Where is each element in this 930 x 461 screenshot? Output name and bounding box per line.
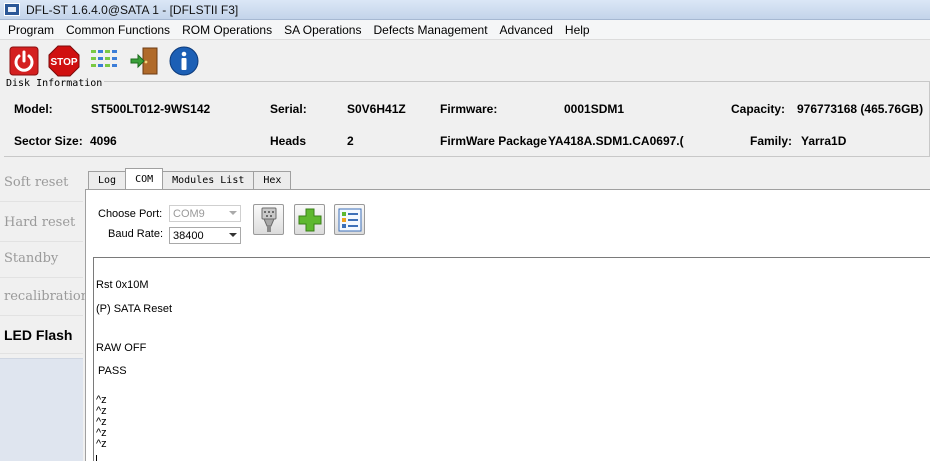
baud-rate-select[interactable]: 38400: [169, 227, 241, 244]
menu-bar: Program Common Functions ROM Operations …: [0, 20, 930, 40]
soft-reset-button[interactable]: Soft reset: [0, 164, 83, 202]
port-select[interactable]: COM9: [169, 205, 241, 222]
tab-hex[interactable]: Hex: [253, 171, 292, 189]
console-line: PASS: [98, 365, 127, 377]
menu-rom-operations[interactable]: ROM Operations: [176, 23, 278, 37]
port-select-value: COM9: [173, 207, 205, 220]
stop-button[interactable]: STOP: [48, 45, 80, 77]
recalibration-button[interactable]: recalibration: [0, 278, 89, 316]
standby-button[interactable]: Standby: [0, 240, 83, 278]
menu-advanced[interactable]: Advanced: [494, 23, 559, 37]
baud-rate-select-value: 38400: [173, 229, 204, 242]
sector-size-label: Sector Size:: [14, 134, 83, 148]
grid-icon: [91, 50, 117, 67]
firmware-package-label: FirmWare Package: [440, 134, 547, 148]
console-line: (P) SATA Reset: [96, 303, 173, 315]
console-line: RAW OFF: [96, 342, 147, 354]
title-bar: DFL-ST 1.6.4.0@SATA 1 - [DFLSTII F3]: [0, 0, 930, 20]
baud-rate-label: Baud Rate:: [108, 228, 164, 240]
firmware-value: 0001SDM1: [564, 102, 625, 116]
power-button[interactable]: [8, 45, 40, 77]
info-button[interactable]: [168, 45, 200, 77]
serial-label: Serial:: [270, 102, 307, 116]
menu-help[interactable]: Help: [559, 23, 596, 37]
menu-program[interactable]: Program: [2, 23, 60, 37]
disk-information-legend: Disk Information: [4, 78, 105, 89]
stop-icon: STOP: [48, 45, 80, 77]
model-value: ST500LT012-9WS142: [91, 102, 211, 116]
heads-value: 2: [347, 134, 354, 148]
led-flash-button[interactable]: LED Flash: [0, 316, 83, 354]
firmware-label: Firmware:: [440, 102, 498, 116]
exit-door-icon: [130, 47, 158, 75]
capacity-label: Capacity:: [731, 102, 786, 116]
tab-com[interactable]: COM: [125, 168, 164, 189]
firmware-package-value: YA418A.SDM1.CA0697.(: [548, 134, 684, 148]
heads-label: Heads: [270, 134, 307, 148]
menu-common-functions[interactable]: Common Functions: [60, 23, 176, 37]
exit-button[interactable]: [128, 45, 160, 77]
family-value: Yarra1D: [801, 134, 847, 148]
hard-reset-button[interactable]: Hard reset: [0, 204, 83, 242]
grid-button[interactable]: [88, 45, 120, 77]
svg-text:STOP: STOP: [50, 57, 77, 68]
model-label: Model:: [14, 102, 53, 116]
serial-value: S0V6H41Z: [347, 102, 406, 116]
info-icon: [169, 46, 199, 76]
family-label: Family:: [750, 134, 793, 148]
operations-panel-empty-area: [0, 358, 83, 461]
toolbar: STOP: [0, 41, 930, 81]
chevron-down-icon: [229, 211, 237, 215]
add-button[interactable]: [294, 204, 325, 235]
operations-panel: Soft reset Hard reset Standby recalibrat…: [0, 162, 89, 461]
add-plus-icon: [298, 208, 321, 231]
window-title: DFL-ST 1.6.4.0@SATA 1 - [DFLSTII F3]: [26, 2, 239, 17]
text-caret: [96, 455, 97, 461]
menu-defects-management[interactable]: Defects Management: [367, 23, 493, 37]
menu-sa-operations[interactable]: SA Operations: [278, 23, 367, 37]
console-output[interactable]: Rst 0x10M (P) SATA Reset RAW OFF PASS ^z…: [93, 257, 930, 461]
capacity-value: 976773168 (465.76GB): [797, 102, 924, 116]
serial-connector-icon: [261, 207, 276, 232]
console-line: Rst 0x10M: [96, 279, 149, 291]
list-settings-button[interactable]: [334, 204, 365, 235]
chevron-down-icon: [229, 233, 237, 237]
disk-information-group: Disk Information Model: ST500LT012-9WS14…: [4, 78, 930, 157]
choose-port-label: Choose Port:: [98, 208, 163, 220]
tab-modules-list[interactable]: Modules List: [162, 171, 255, 189]
console-line: ^z: [96, 438, 107, 450]
tab-log[interactable]: Log: [88, 171, 127, 189]
serial-connect-button[interactable]: [253, 204, 284, 235]
power-icon: [9, 46, 39, 76]
list-settings-icon: [338, 208, 361, 231]
tab-strip: Log COM Modules List Hex: [88, 168, 292, 189]
app-icon: [4, 3, 20, 16]
sector-size-value: 4096: [90, 134, 117, 148]
